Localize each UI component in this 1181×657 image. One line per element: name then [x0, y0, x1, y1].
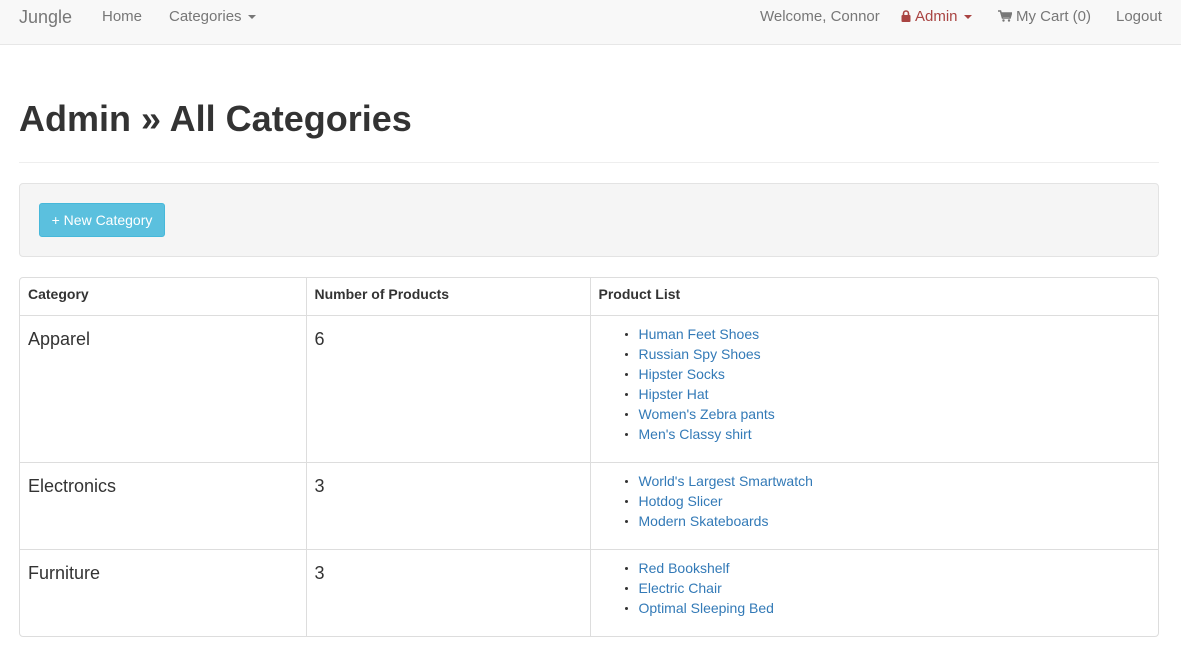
column-header-product-list: Product List	[589, 278, 1158, 315]
nav-admin-dropdown[interactable]: Admin	[901, 0, 972, 34]
list-item: Human Feet Shoes	[599, 324, 1153, 344]
caret-down-icon	[963, 15, 972, 20]
nav-admin-label: Admin	[915, 8, 958, 25]
actions-panel: + New Category	[19, 183, 1159, 257]
product-link[interactable]: Electric Chair	[639, 580, 722, 596]
nav-home-link[interactable]: Home	[102, 0, 142, 34]
product-list-cell: Red Bookshelf Electric Chair Optimal Sle…	[589, 548, 1158, 636]
product-link[interactable]: Optimal Sleeping Bed	[639, 600, 774, 616]
table-row: Electronics 3 World's Largest Smartwatch…	[20, 461, 1158, 549]
product-link[interactable]: Men's Classy shirt	[639, 426, 752, 442]
product-count-cell: 3	[305, 548, 590, 636]
product-list: Human Feet Shoes Russian Spy Shoes Hipst…	[599, 324, 1153, 444]
list-item: Women's Zebra pants	[599, 404, 1153, 424]
nav-cart-label: My Cart (0)	[1016, 8, 1091, 25]
column-header-category: Category	[28, 286, 89, 302]
product-count-cell: 3	[305, 461, 590, 549]
welcome-text: Welcome, Connor	[760, 8, 880, 25]
page-header-divider	[19, 162, 1159, 163]
product-link[interactable]: Modern Skateboards	[639, 513, 769, 529]
product-link[interactable]: Russian Spy Shoes	[639, 346, 761, 362]
product-list: World's Largest Smartwatch Hotdog Slicer…	[599, 471, 1153, 531]
product-list-cell: World's Largest Smartwatch Hotdog Slicer…	[589, 461, 1158, 549]
list-item: Men's Classy shirt	[599, 424, 1153, 444]
nav-logout-link[interactable]: Logout	[1116, 0, 1162, 34]
product-count-cell: 6	[305, 314, 590, 462]
table-row: Furniture 3 Red Bookshelf Electric Chair…	[20, 548, 1158, 636]
caret-down-icon	[247, 15, 256, 20]
column-header-number-of-products: Number of Products	[305, 278, 590, 315]
list-item: World's Largest Smartwatch	[599, 471, 1153, 491]
table-header-row: Category Number of Products Product List	[20, 278, 1158, 315]
shopping-cart-icon	[998, 1, 1013, 35]
new-category-button[interactable]: + New Category	[39, 203, 165, 237]
product-link[interactable]: Hipster Socks	[639, 366, 725, 382]
table-row: Apparel 6 Human Feet Shoes Russian Spy S…	[20, 314, 1158, 462]
top-navbar: Jungle Home Categories Welcome, Connor A…	[0, 0, 1181, 45]
list-item: Hipster Socks	[599, 364, 1153, 384]
category-name-cell: Apparel	[20, 314, 306, 462]
nav-cart-link[interactable]: My Cart (0)	[998, 0, 1091, 34]
list-item: Russian Spy Shoes	[599, 344, 1153, 364]
list-item: Hipster Hat	[599, 384, 1153, 404]
list-item: Optimal Sleeping Bed	[599, 598, 1153, 618]
product-list-cell: Human Feet Shoes Russian Spy Shoes Hipst…	[589, 314, 1158, 462]
page-title: Admin » All Categories	[19, 98, 412, 139]
nav-categories-dropdown[interactable]: Categories	[169, 0, 256, 34]
product-link[interactable]: Women's Zebra pants	[639, 406, 775, 422]
nav-categories-label: Categories	[169, 8, 242, 25]
product-link[interactable]: World's Largest Smartwatch	[639, 473, 813, 489]
product-list: Red Bookshelf Electric Chair Optimal Sle…	[599, 558, 1153, 618]
product-link[interactable]: Red Bookshelf	[639, 560, 730, 576]
brand-link[interactable]: Jungle	[19, 0, 72, 34]
categories-table: Category Number of Products Product List…	[19, 277, 1159, 637]
product-link[interactable]: Human Feet Shoes	[639, 326, 760, 342]
list-item: Modern Skateboards	[599, 511, 1153, 531]
category-name-cell: Furniture	[20, 548, 306, 636]
product-link[interactable]: Hipster Hat	[639, 386, 709, 402]
product-link[interactable]: Hotdog Slicer	[639, 493, 723, 509]
lock-icon	[901, 1, 911, 35]
list-item: Electric Chair	[599, 578, 1153, 598]
list-item: Red Bookshelf	[599, 558, 1153, 578]
list-item: Hotdog Slicer	[599, 491, 1153, 511]
category-name-cell: Electronics	[20, 461, 306, 549]
